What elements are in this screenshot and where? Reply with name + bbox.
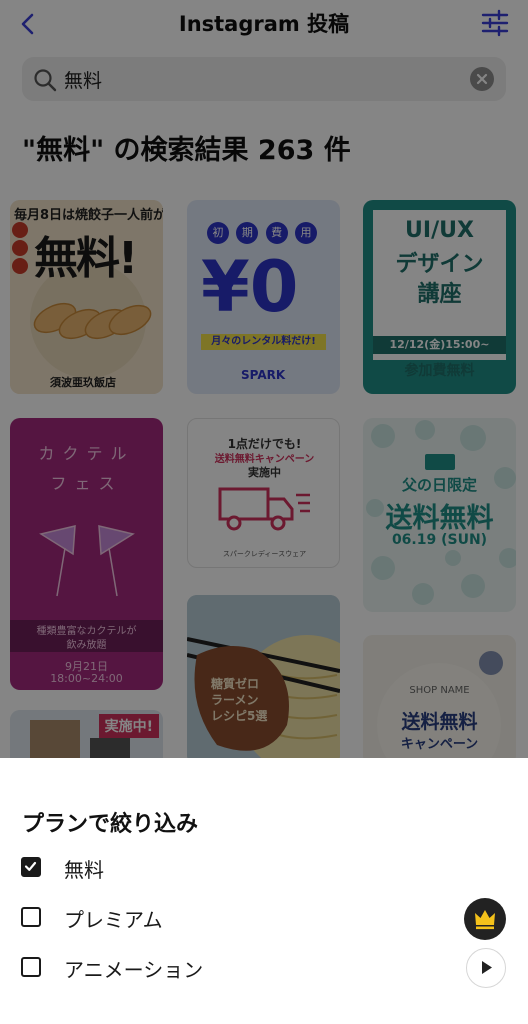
option-label: プレミアム [64, 908, 163, 932]
sheet-title: プランで絞り込み [22, 812, 199, 837]
checkbox-free[interactable] [21, 857, 41, 877]
option-label: 無料 [64, 858, 104, 882]
option-label: アニメーション [64, 958, 204, 982]
filter-sheet: プランで絞り込み 無料 プレミアム アニメーション [0, 758, 528, 1024]
search-screen: Instagram 投稿 "無料" の検索結果 263 件 [0, 0, 528, 758]
modal-overlay[interactable] [0, 0, 528, 758]
plan-option-free[interactable]: 無料 [0, 848, 528, 888]
check-icon [24, 861, 37, 871]
animation-badge [466, 948, 506, 988]
premium-badge [464, 898, 506, 940]
checkbox-animation[interactable] [21, 957, 41, 977]
checkbox-premium[interactable] [21, 907, 41, 927]
crown-icon [475, 910, 495, 930]
play-icon [482, 961, 492, 974]
plan-option-premium[interactable]: プレミアム [0, 898, 528, 940]
plan-option-animation[interactable]: アニメーション [0, 948, 528, 988]
